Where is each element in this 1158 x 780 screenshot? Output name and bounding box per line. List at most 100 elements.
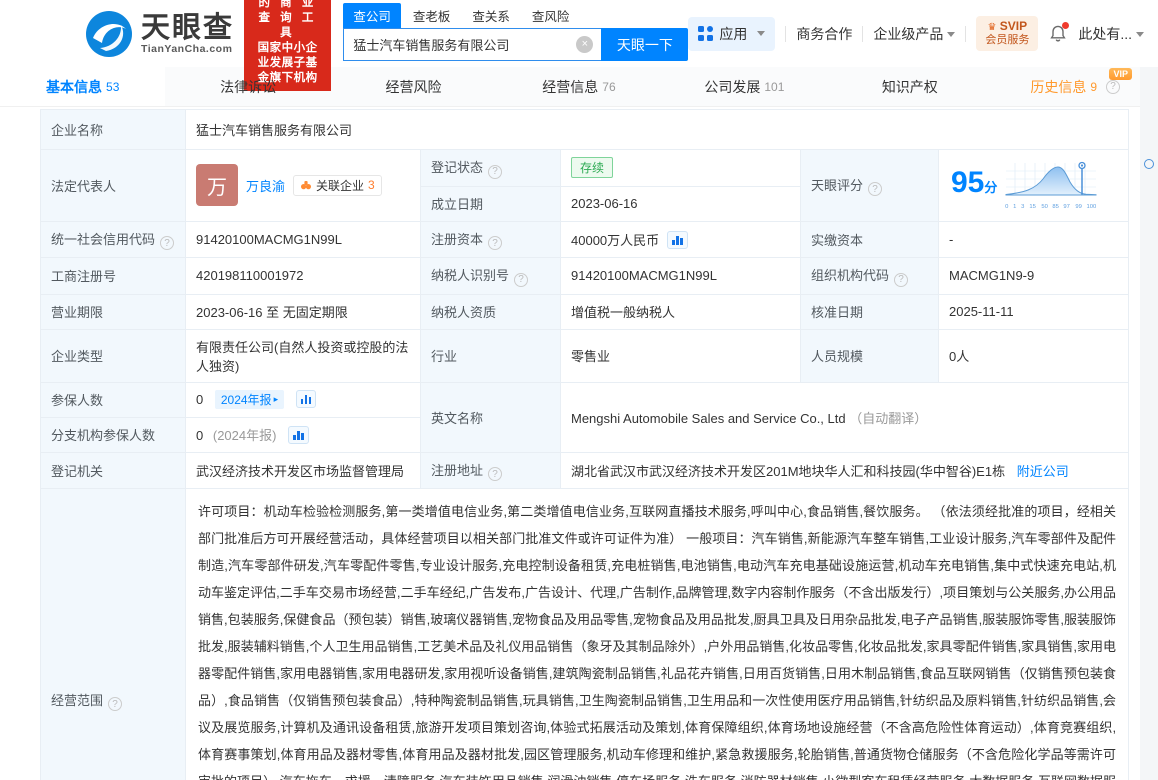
score-distribution-chart: 0 1 3 15 50 85 97 99 100 <box>1005 161 1097 210</box>
chevron-down-icon <box>947 32 956 38</box>
company-type-label: 企业类型 <box>40 328 186 383</box>
reg-authority-label: 登记机关 <box>40 451 186 489</box>
score-label: 天眼评分 <box>800 149 939 222</box>
search-tab-risk[interactable]: 查风险 <box>522 3 580 28</box>
table-row: 营业期限 2023-06-16 至 无固定期限 纳税人资质 增值税一般纳税人 核… <box>40 293 1130 330</box>
legal-rep-link[interactable]: 万良渝 <box>246 176 285 195</box>
help-icon[interactable] <box>514 272 529 287</box>
search-area: 查公司 查老板 查关系 查风险 × 天眼一下 <box>343 3 689 61</box>
help-icon[interactable] <box>160 236 175 250</box>
help-icon[interactable] <box>1106 79 1121 94</box>
reg-status-label: 登记状态 <box>420 149 561 187</box>
crown-icon: ♛ <box>987 22 997 33</box>
bar-chart-icon[interactable] <box>295 390 317 408</box>
insured-count-label: 参保人数 <box>40 381 186 418</box>
reg-number-label: 工商注册号 <box>40 257 186 295</box>
status-badge: 存续 <box>571 157 614 179</box>
reg-capital-label: 注册资本 <box>420 220 561 258</box>
table-row: 经营范围 许可项目：机动车检验检测服务,第一类增值电信业务,第二类增值电信业务,… <box>40 488 1130 780</box>
annual-report-badge[interactable]: 2024年报 ▸ <box>214 390 285 409</box>
enterprise-products-link[interactable]: 企业级产品 <box>873 24 956 44</box>
reg-status-value: 存续 <box>560 149 801 187</box>
score-value: 95分 <box>951 165 998 199</box>
branch-insured-label: 分支机构参保人数 <box>40 416 186 453</box>
chevron-down-icon <box>757 31 766 36</box>
search-tab-boss[interactable]: 查老板 <box>403 3 461 28</box>
header-nav: 应用 商务合作 企业级产品 ♛ SVIP 会员服务 此处有... <box>688 16 1144 51</box>
help-icon[interactable] <box>488 467 503 481</box>
reg-number-value: 420198110001972 <box>185 257 421 295</box>
search-button[interactable]: 天眼一下 <box>601 28 689 61</box>
tab-basic-info[interactable]: 基本信息 53 <box>0 67 166 106</box>
tab-legal[interactable]: 法律诉讼 <box>165 67 330 106</box>
reg-authority-value: 武汉经济技术开发区市场监督管理局 <box>185 451 421 489</box>
help-icon[interactable] <box>108 697 123 712</box>
arrow-icon: ▸ <box>273 394 279 404</box>
top-header: 天眼查 TianYanCha.com 都 在 用 的 商 业 查 询 工 具 国… <box>0 0 1158 91</box>
help-icon[interactable] <box>488 236 503 250</box>
staff-size-value: 0人 <box>937 328 1130 383</box>
branch-insured-value: 0 (2024年报) <box>185 416 421 453</box>
help-icon[interactable] <box>488 164 503 179</box>
org-code-value: MACMG1N9-9 <box>937 257 1130 295</box>
search-tab-company[interactable]: 查公司 <box>343 3 401 28</box>
cooperation-link[interactable]: 商务合作 <box>796 24 852 44</box>
logo[interactable]: 天眼查 TianYanCha.com <box>85 10 234 58</box>
insured-count-value: 0 2024年报 ▸ <box>185 381 421 418</box>
tab-operation-risk[interactable]: 经营风险 <box>331 67 496 106</box>
more-menu[interactable]: 此处有... <box>1078 24 1144 44</box>
approval-date-value: 2025-11-11 <box>937 293 1130 330</box>
legal-rep-label: 法定代表人 <box>40 149 186 222</box>
svip-badge[interactable]: ♛ SVIP 会员服务 <box>976 16 1039 51</box>
credit-code-label: 统一社会信用代码 <box>40 220 186 258</box>
side-widget-icon[interactable] <box>1144 159 1154 169</box>
search-input[interactable] <box>343 28 602 61</box>
notification-bell-icon[interactable] <box>1048 21 1070 44</box>
reg-address-label: 注册地址 <box>420 451 561 489</box>
tab-intellectual-property[interactable]: 知识产权 <box>827 67 992 106</box>
related-companies-badge[interactable]: 关联企业 3 <box>293 174 382 196</box>
business-scope-value: 许可项目：机动车检验检测服务,第一类增值电信业务,第二类增值电信业务,互联网直播… <box>184 488 1130 780</box>
tab-operation-info[interactable]: 经营信息 76 <box>496 67 661 106</box>
bar-chart-icon[interactable] <box>288 426 309 444</box>
business-scope-label: 经营范围 <box>40 488 186 780</box>
paid-capital-label: 实缴资本 <box>800 220 939 258</box>
right-side-rail <box>1140 67 1158 780</box>
divider <box>965 25 967 42</box>
taxpayer-id-label: 纳税人识别号 <box>420 257 561 295</box>
credit-code-value: 91420100MACMG1N99L <box>185 220 421 258</box>
reg-capital-value: 40000万人民币 <box>560 220 801 258</box>
score-cell[interactable]: 95分 0 1 3 15 50 85 97 99 100 <box>937 149 1130 222</box>
taxpayer-id-value: 91420100MACMG1N99L <box>560 257 801 295</box>
apps-grid-icon <box>698 26 714 41</box>
company-name-label: 企业名称 <box>40 109 186 150</box>
business-term-label: 营业期限 <box>40 293 186 330</box>
table-row: 统一社会信用代码 91420100MACMG1N99L 注册资本 40000万人… <box>40 220 1130 258</box>
avatar[interactable]: 万 <box>196 164 238 207</box>
apps-menu[interactable]: 应用 <box>688 16 776 51</box>
org-code-label: 组织机构代码 <box>800 257 939 295</box>
tab-history-info[interactable]: VIP 历史信息 9 <box>993 67 1158 106</box>
nearby-companies-link[interactable]: 附近公司 <box>1017 464 1069 479</box>
search-tab-relation[interactable]: 查关系 <box>462 3 520 28</box>
table-row: 登记机关 武汉经济技术开发区市场监督管理局 注册地址 湖北省武汉市武汉经济技术开… <box>40 451 1130 489</box>
business-term-value: 2023-06-16 至 无固定期限 <box>185 293 421 330</box>
help-icon[interactable] <box>868 182 883 196</box>
paid-capital-value: - <box>937 220 1130 258</box>
basic-info-panel: 企业名称 猛士汽车销售服务有限公司 法定代表人 万 万良渝 关联企业 3 登记状… <box>0 107 1158 780</box>
bar-chart-icon[interactable] <box>667 230 688 249</box>
search-tabs: 查公司 查老板 查关系 查风险 <box>343 3 688 28</box>
apps-label: 应用 <box>719 25 748 42</box>
staff-size-label: 人员规模 <box>800 328 939 383</box>
slogan-line1: 都 在 用 的 商 业 查 询 工 具 <box>258 0 317 39</box>
divider <box>785 25 787 42</box>
vip-badge: VIP <box>1109 68 1132 80</box>
tab-company-development[interactable]: 公司发展 101 <box>662 67 827 106</box>
help-icon[interactable] <box>894 272 909 287</box>
table-row: 企业类型 有限责任公司(自然人投资或控股的法人独资) 行业 零售业 人员规模 0… <box>40 328 1130 383</box>
binoculars-icon <box>301 181 312 190</box>
english-name-label: 英文名称 <box>420 381 561 453</box>
establish-date-value: 2023-06-16 <box>560 185 801 222</box>
table-row: 企业名称 猛士汽车销售服务有限公司 <box>40 109 1130 150</box>
company-name-value: 猛士汽车销售服务有限公司 <box>184 109 1130 150</box>
